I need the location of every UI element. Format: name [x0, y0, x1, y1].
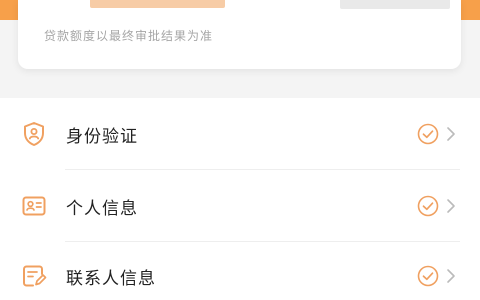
verification-item-label: 身份验证 — [66, 127, 138, 147]
check-circle-icon — [417, 265, 439, 287]
chevron-right-icon — [444, 125, 458, 143]
chevron-right-icon — [444, 267, 458, 285]
verification-item-contacts[interactable]: 联系人信息 — [0, 240, 480, 300]
chevron-right-icon — [444, 197, 458, 215]
approval-note: 贷款额度以最终审批结果为准 — [44, 29, 214, 43]
verification-item-personal-info[interactable]: 个人信息 — [0, 170, 480, 242]
check-circle-icon — [417, 195, 439, 217]
card-top-right-element — [340, 0, 450, 9]
verification-list: 身份验证 个人信息 联系人信息 — [0, 98, 480, 300]
check-circle-icon — [417, 123, 439, 145]
verification-item-label: 个人信息 — [66, 199, 138, 219]
contact-form-icon — [20, 262, 48, 290]
verification-item-identity[interactable]: 身份验证 — [0, 98, 480, 170]
loan-verification-screen: 贷款额度以最终审批结果为准 身份验证 个人信息 联系人信息 — [0, 0, 480, 300]
credit-limit-card: 贷款额度以最终审批结果为准 — [18, 0, 461, 69]
verification-item-label: 联系人信息 — [66, 269, 156, 289]
credit-amount-display — [90, 0, 225, 8]
id-card-icon — [20, 192, 48, 220]
shield-user-icon — [20, 120, 48, 148]
